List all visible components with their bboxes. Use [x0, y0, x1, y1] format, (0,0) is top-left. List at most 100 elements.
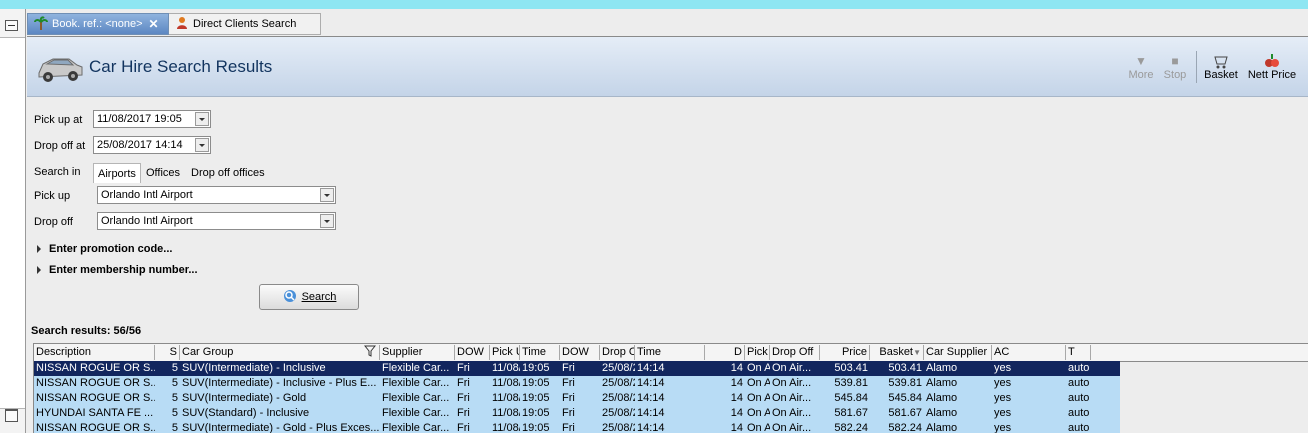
table-cell: 545.84: [834, 392, 868, 404]
filter-icon[interactable]: [363, 345, 377, 360]
restore-panel-button[interactable]: [5, 409, 18, 422]
table-row[interactable]: NISSAN ROGUE OR S... 5 SUV(Intermediate) -…: [34, 391, 1120, 406]
clients-icon: [175, 16, 189, 33]
table-cell: SUV(Intermediate) - Gold: [182, 392, 307, 404]
table-cell: 19:05: [522, 362, 550, 374]
table-row[interactable]: NISSAN ROGUE OR S... 5 SUV(Intermediate) -…: [34, 376, 1120, 391]
pickup-datetime-value: 11/08/2017 19:05: [97, 113, 182, 125]
table-cell: 14: [730, 407, 743, 419]
table-cell: Flexible Car...: [382, 362, 450, 374]
column-header[interactable]: AC: [992, 345, 1066, 360]
column-header[interactable]: D: [705, 345, 745, 360]
tab-airports[interactable]: Airports: [93, 163, 141, 183]
tab-booking-label: Book. ref.: <none>: [52, 18, 143, 30]
table-cell: On Air...: [747, 407, 770, 419]
pickup-datetime-field[interactable]: 11/08/2017 19:05: [93, 110, 211, 128]
table-cell: yes: [994, 362, 1012, 374]
table-cell: 5: [171, 422, 178, 433]
stop-button[interactable]: ■ Stop: [1161, 53, 1189, 81]
more-button[interactable]: ▼ More: [1127, 53, 1155, 81]
column-header[interactable]: Description: [34, 345, 155, 360]
table-cell: Alamo: [926, 362, 958, 374]
table-cell: 545.84: [888, 392, 922, 404]
table-cell: 19:05: [522, 377, 550, 389]
promotion-code-expander[interactable]: Enter promotion code...: [37, 243, 172, 255]
table-cell: 19:05: [522, 407, 550, 419]
table-cell: 14:14: [637, 407, 665, 419]
column-header[interactable]: Price: [820, 345, 870, 360]
close-icon[interactable]: ✕: [149, 17, 159, 31]
membership-number-expander[interactable]: Enter membership number...: [37, 264, 198, 276]
dropoff-datetime-field[interactable]: 25/08/2017 14:14: [93, 136, 211, 154]
table-cell: 539.81: [888, 377, 922, 389]
table-cell: 582.24: [834, 422, 868, 433]
table-cell: On Air...: [747, 362, 770, 374]
page-header: Car Hire Search Results ▼ More ■ Stop Ba…: [27, 37, 1308, 97]
table-cell: 539.81: [834, 377, 868, 389]
pickup-location-value: Orlando Intl Airport: [101, 189, 193, 201]
column-header[interactable]: DOW: [455, 345, 490, 360]
table-cell: 11/08/2017: [492, 392, 520, 404]
table-cell: Alamo: [926, 407, 958, 419]
expand-arrow-icon: [37, 266, 41, 274]
tab-booking[interactable]: Book. ref.: <none> ✕: [27, 13, 169, 35]
dropoff-location-label: Drop off: [34, 216, 73, 228]
table-cell: 25/08/2017: [602, 407, 635, 419]
table-cell: On Air...: [772, 377, 812, 389]
search-in-label: Search in: [34, 166, 81, 178]
table-cell: 14: [730, 422, 743, 433]
chevron-down-icon[interactable]: [195, 112, 209, 126]
column-header[interactable]: Drop Off: [770, 345, 820, 360]
table-cell: 14:14: [637, 377, 665, 389]
column-header[interactable]: Time: [520, 345, 560, 360]
tab-drop-off-offices[interactable]: Drop off offices: [187, 163, 269, 182]
more-label: More: [1128, 69, 1154, 81]
table-row[interactable]: NISSAN ROGUE OR S... 5 SUV(Intermediate) -…: [34, 361, 1120, 376]
stop-label: Stop: [1163, 69, 1187, 81]
table-cell: 582.24: [888, 422, 922, 433]
table-cell: Flexible Car...: [382, 407, 450, 419]
table-cell: 14:14: [637, 362, 665, 374]
dropoff-location-select[interactable]: Orlando Intl Airport: [97, 212, 336, 230]
chevron-down-icon[interactable]: [320, 188, 334, 202]
column-header[interactable]: T: [1066, 345, 1091, 360]
chevron-down-icon[interactable]: [320, 214, 334, 228]
table-cell: 14: [730, 392, 743, 404]
column-header[interactable]: Basket ▼: [870, 345, 924, 360]
minimize-panel-button[interactable]: [5, 20, 18, 31]
table-cell: Fri: [562, 362, 575, 374]
dropoff-location-value: Orlando Intl Airport: [101, 215, 193, 227]
column-header[interactable]: S: [155, 345, 180, 360]
search-button-label: Search: [301, 291, 337, 303]
tab-offices[interactable]: Offices: [142, 163, 184, 182]
basket-button[interactable]: Basket: [1203, 53, 1239, 81]
column-header[interactable]: Pick Up: [745, 345, 770, 360]
column-header[interactable]: DOW: [560, 345, 600, 360]
table-cell: NISSAN ROGUE OR S...: [36, 362, 155, 374]
column-header[interactable]: Pick Up At: [490, 345, 520, 360]
table-cell: 581.67: [834, 407, 868, 419]
table-cell: auto: [1068, 422, 1090, 433]
table-cell: 19:05: [522, 392, 550, 404]
column-header[interactable]: Drop Off At: [600, 345, 635, 360]
table-cell: yes: [994, 377, 1012, 389]
tab-direct-clients-search[interactable]: Direct Clients Search: [169, 13, 321, 35]
table-cell: 14: [730, 377, 743, 389]
table-cell: auto: [1068, 362, 1090, 374]
table-row[interactable]: NISSAN ROGUE OR S... 5 SUV(Intermediate) -…: [34, 421, 1120, 433]
table-cell: 5: [171, 407, 178, 419]
pickup-location-select[interactable]: Orlando Intl Airport: [97, 186, 336, 204]
table-cell: Fri: [457, 392, 470, 404]
search-button[interactable]: Search: [259, 284, 359, 310]
column-header[interactable]: Car Group: [180, 345, 380, 360]
table-cell: 11/08/2017: [492, 377, 520, 389]
chevron-down-icon[interactable]: [195, 138, 209, 152]
search-results-summary: Search results: 56/56: [31, 325, 142, 337]
nett-price-button[interactable]: Nett Price: [1245, 53, 1299, 81]
table-row[interactable]: HYUNDAI SANTA FE ... 5 SUV(Standard) - Inc…: [34, 406, 1120, 421]
dropoff-at-label: Drop off at: [34, 140, 86, 152]
column-header[interactable]: Supplier: [380, 345, 455, 360]
column-header[interactable]: Car Supplier: [924, 345, 992, 360]
basket-label: Basket: [1204, 69, 1238, 81]
column-header[interactable]: Time: [635, 345, 705, 360]
